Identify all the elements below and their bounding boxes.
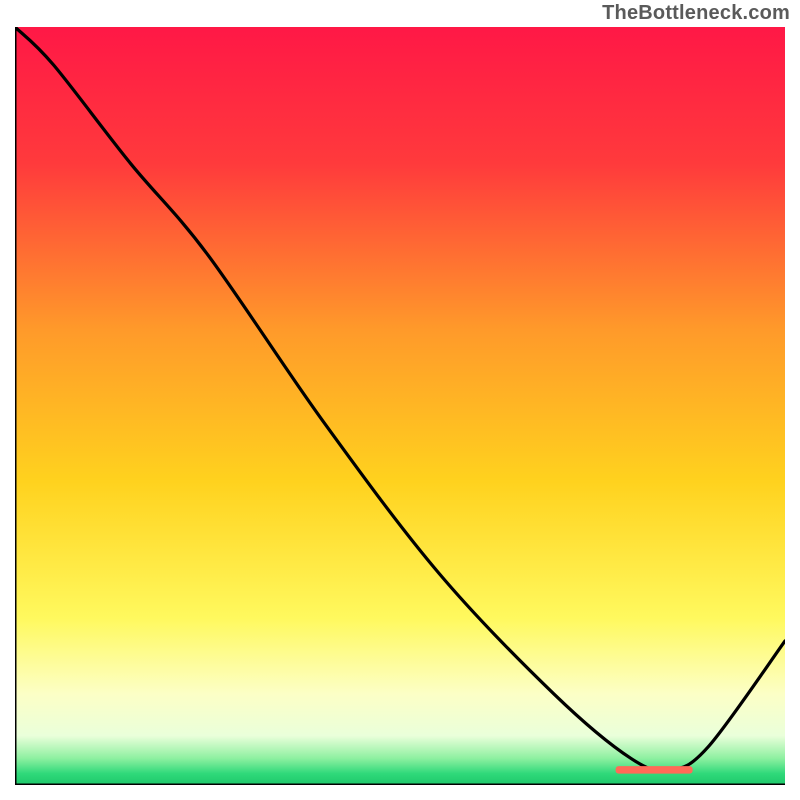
plot-frame: [15, 27, 785, 785]
watermark-text: TheBottleneck.com: [602, 2, 790, 25]
chart-canvas: TheBottleneck.com: [0, 0, 800, 800]
optimal-marker: [15, 27, 785, 785]
